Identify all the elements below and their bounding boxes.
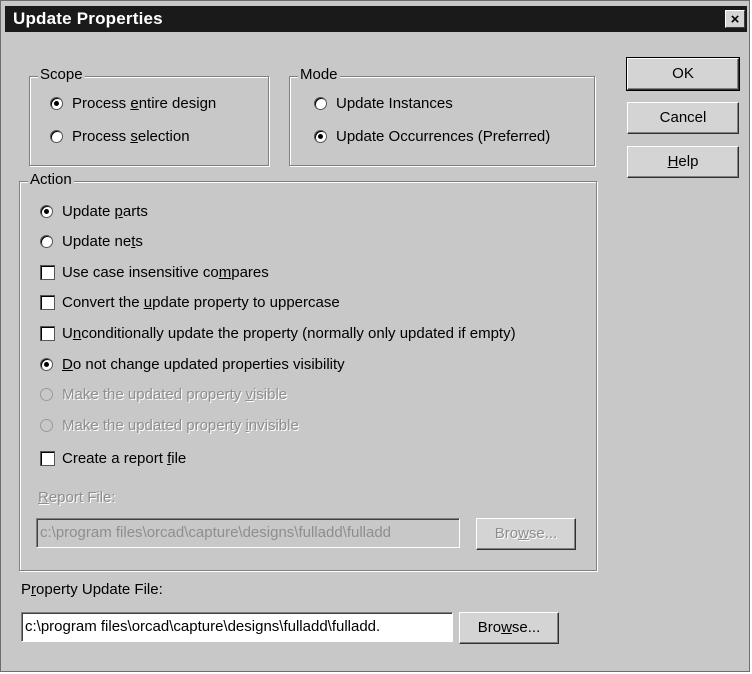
radio-label: Update Instances — [336, 95, 453, 112]
cancel-button[interactable]: Cancel — [627, 102, 739, 134]
checkbox-label: Use case insensitive compares — [62, 264, 269, 281]
radio-label: Make the updated property visible — [62, 386, 288, 403]
radio-button-icon[interactable] — [314, 130, 327, 143]
scope-legend: Scope — [38, 66, 85, 83]
dialog-title: Update Properties — [13, 9, 163, 28]
checkbox-label: Create a report file — [62, 450, 187, 467]
mode-legend: Mode — [298, 66, 340, 83]
radio-label: Update parts — [62, 203, 148, 220]
property-browse-button[interactable]: Browse... — [459, 612, 559, 644]
radio-button-icon[interactable] — [50, 97, 63, 110]
radio-button-icon[interactable] — [314, 97, 327, 110]
property-update-file-input[interactable]: c:\program files\orcad\capture\designs\f… — [21, 612, 453, 642]
radio-label: Process selection — [72, 128, 190, 145]
radio-button-icon[interactable] — [40, 358, 53, 371]
checkbox-icon[interactable] — [40, 265, 55, 280]
radio-label: Update nets — [62, 233, 143, 250]
help-button[interactable]: Help — [627, 146, 739, 178]
action-group: Action Update parts Update nets Use case… — [19, 171, 597, 571]
report-file-label: Report File: — [38, 489, 116, 506]
update-properties-dialog: Update Properties × Scope Process entire… — [0, 0, 750, 672]
radio-label: Make the updated property invisible — [62, 417, 299, 434]
checkbox-icon[interactable] — [40, 295, 55, 310]
radio-label: Update Occurrences (Preferred) — [336, 128, 551, 145]
checkbox-label: Convert the update property to uppercase — [62, 294, 340, 311]
ok-button[interactable]: OK — [626, 57, 740, 91]
checkbox-icon[interactable] — [40, 326, 55, 341]
property-update-file-label: Property Update File: — [21, 581, 163, 598]
radio-button-icon[interactable] — [40, 388, 53, 401]
radio-button-icon[interactable] — [40, 205, 53, 218]
report-browse-button[interactable]: Browse... — [476, 518, 576, 550]
checkbox-label: Unconditionally update the property (nor… — [62, 325, 516, 342]
mode-group: Mode Update Instances Update Occurrences… — [289, 66, 595, 166]
radio-label: Do not change updated properties visibil… — [62, 356, 345, 373]
close-icon: × — [730, 11, 740, 28]
scope-group: Scope Process entire design Process sele… — [29, 66, 269, 166]
title-bar: Update Properties × — [5, 6, 747, 32]
radio-button-icon[interactable] — [40, 235, 53, 248]
checkbox-icon[interactable] — [40, 451, 55, 466]
action-legend: Action — [28, 171, 74, 188]
report-file-input[interactable]: c:\program files\orcad\capture\designs\f… — [36, 518, 460, 548]
radio-button-icon[interactable] — [50, 130, 63, 143]
radio-button-icon[interactable] — [40, 419, 53, 432]
close-button[interactable]: × — [725, 10, 745, 28]
radio-label: Process entire design — [72, 95, 217, 112]
